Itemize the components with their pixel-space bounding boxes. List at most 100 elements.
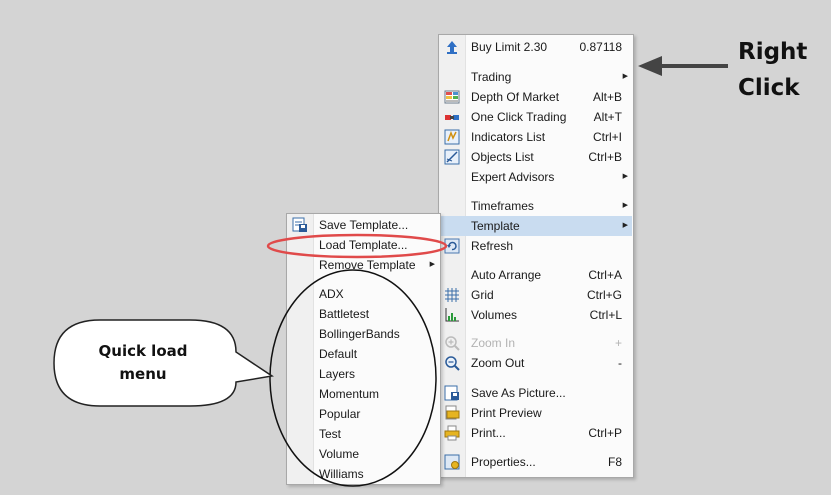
menu-item-properties[interactable]: Properties... F8 <box>440 452 632 472</box>
chart-context-menu: Buy Limit 2.30 0.87118 Trading ▶ Depth O… <box>438 34 634 478</box>
grid-icon <box>444 287 460 303</box>
template-item-battletest[interactable]: Battletest <box>288 304 439 324</box>
print-preview-icon <box>444 405 460 421</box>
zoom-out-icon <box>444 355 460 371</box>
template-item-williams[interactable]: Williams <box>288 464 439 484</box>
save-picture-icon <box>444 385 460 401</box>
menu-item-buy-limit[interactable]: Buy Limit 2.30 0.87118 <box>440 37 632 57</box>
menu-item-label: Save As Picture... <box>471 386 566 400</box>
menu-item-label: Buy Limit 2.30 <box>471 40 548 54</box>
refresh-icon <box>444 238 460 254</box>
volumes-icon <box>444 307 460 323</box>
menu-item-shortcut: Ctrl+B <box>588 150 622 164</box>
template-item-layers[interactable]: Layers <box>288 364 439 384</box>
menu-item-objects-list[interactable]: Objects List Ctrl+B <box>440 147 632 167</box>
menu-item-label: Properties... <box>471 455 536 469</box>
template-item-momentum[interactable]: Momentum <box>288 384 439 404</box>
menu-item-label: Battletest <box>319 307 370 321</box>
objects-list-icon <box>444 149 460 165</box>
template-item-popular[interactable]: Popular <box>288 404 439 424</box>
menu-item-label: Auto Arrange <box>471 268 542 282</box>
menu-item-load-template[interactable]: Load Template... <box>288 235 439 255</box>
menu-item-label: Zoom Out <box>471 356 525 370</box>
menu-item-shortcut: Alt+T <box>593 110 622 124</box>
menu-item-refresh[interactable]: Refresh <box>440 236 632 256</box>
template-item-default[interactable]: Default <box>288 344 439 364</box>
menu-item-label: Save Template... <box>319 218 409 232</box>
menu-item-shortcut: Ctrl+I <box>592 130 622 144</box>
menu-item-print-preview[interactable]: Print Preview <box>440 403 632 423</box>
menu-item-volumes[interactable]: Volumes Ctrl+L <box>440 305 632 325</box>
menu-item-grid[interactable]: Grid Ctrl+G <box>440 285 632 305</box>
indicators-list-icon <box>444 129 460 145</box>
menu-item-label: Williams <box>319 467 364 481</box>
submenu-arrow-icon: ▶ <box>622 202 628 209</box>
depth-of-market-icon <box>444 89 460 105</box>
print-icon <box>444 425 460 441</box>
annotation-line: Click <box>738 75 800 101</box>
menu-item-print[interactable]: Print... Ctrl+P <box>440 423 632 443</box>
menu-item-zoom-out[interactable]: Zoom Out - <box>440 353 632 373</box>
template-item-volume[interactable]: Volume <box>288 444 439 464</box>
menu-item-template[interactable]: Template ▶ <box>440 216 632 236</box>
menu-item-value: 0.87118 <box>579 40 623 54</box>
menu-item-save-as-picture[interactable]: Save As Picture... <box>440 383 632 403</box>
menu-item-label: Load Template... <box>319 238 408 252</box>
menu-item-label: Expert Advisors <box>471 170 555 184</box>
submenu-arrow-icon: ▶ <box>622 222 628 229</box>
menu-item-label: Layers <box>319 367 356 381</box>
template-item-bollingerbands[interactable]: BollingerBands <box>288 324 439 344</box>
submenu-arrow-icon: ▶ <box>622 73 628 80</box>
menu-item-shortcut: Ctrl+P <box>588 426 622 440</box>
right-click-arrow-icon <box>638 56 728 76</box>
save-template-icon <box>292 217 308 233</box>
menu-item-shortcut: F8 <box>607 455 622 469</box>
annotation-line: Quick load <box>98 342 188 360</box>
menu-item-remove-template[interactable]: Remove Template ▶ <box>288 255 439 275</box>
annotation-line: Right <box>738 39 808 65</box>
menu-item-label: Timeframes <box>471 199 534 213</box>
menu-item-timeframes[interactable]: Timeframes ▶ <box>440 196 632 216</box>
menu-item-shortcut: Alt+B <box>592 90 622 104</box>
properties-icon <box>444 454 460 470</box>
menu-item-label: Momentum <box>319 387 380 401</box>
menu-item-label: Template <box>471 219 520 233</box>
menu-item-shortcut: Ctrl+A <box>588 268 622 282</box>
menu-item-label: BollingerBands <box>319 327 400 341</box>
menu-item-label: Depth Of Market <box>471 90 560 104</box>
menu-item-one-click-trading[interactable]: One Click Trading Alt+T <box>440 107 632 127</box>
template-item-adx[interactable]: ADX <box>288 284 439 304</box>
menu-item-label: ADX <box>319 287 344 301</box>
menu-item-auto-arrange[interactable]: Auto Arrange Ctrl+A <box>440 265 632 285</box>
menu-item-label: Objects List <box>471 150 534 164</box>
menu-item-indicators-list[interactable]: Indicators List Ctrl+I <box>440 127 632 147</box>
menu-item-zoom-in: Zoom In + <box>440 333 632 353</box>
menu-item-label: Trading <box>471 70 512 84</box>
menu-item-shortcut: + <box>614 336 622 350</box>
menu-item-label: Refresh <box>471 239 514 253</box>
submenu-arrow-icon: ▶ <box>622 173 628 180</box>
menu-item-expert-advisors[interactable]: Expert Advisors ▶ <box>440 167 632 187</box>
menu-item-label: Default <box>319 347 358 361</box>
menu-item-label: Print Preview <box>471 406 542 420</box>
menu-item-label: Popular <box>319 407 361 421</box>
menu-item-label: Grid <box>471 288 494 302</box>
menu-item-depth-of-market[interactable]: Depth Of Market Alt+B <box>440 87 632 107</box>
annotation-line: menu <box>119 365 167 383</box>
menu-item-trading[interactable]: Trading ▶ <box>440 67 632 87</box>
menu-item-label: Volumes <box>471 308 518 322</box>
menu-item-label: Test <box>319 427 342 441</box>
menu-item-label: Volume <box>319 447 360 461</box>
quick-load-annotation: Quick load menu <box>78 340 208 386</box>
buy-limit-arrow-icon <box>444 39 460 55</box>
menu-item-label: Remove Template <box>319 258 416 272</box>
one-click-trading-icon <box>444 109 460 125</box>
zoom-in-icon <box>444 335 460 351</box>
template-item-test[interactable]: Test <box>288 424 439 444</box>
menu-item-shortcut: Ctrl+G <box>586 288 622 302</box>
menu-item-shortcut: - <box>618 356 622 370</box>
menu-item-label: Print... <box>471 426 506 440</box>
menu-item-save-template[interactable]: Save Template... <box>288 215 439 235</box>
menu-item-label: Zoom In <box>471 336 516 350</box>
menu-item-shortcut: Ctrl+L <box>589 308 622 322</box>
